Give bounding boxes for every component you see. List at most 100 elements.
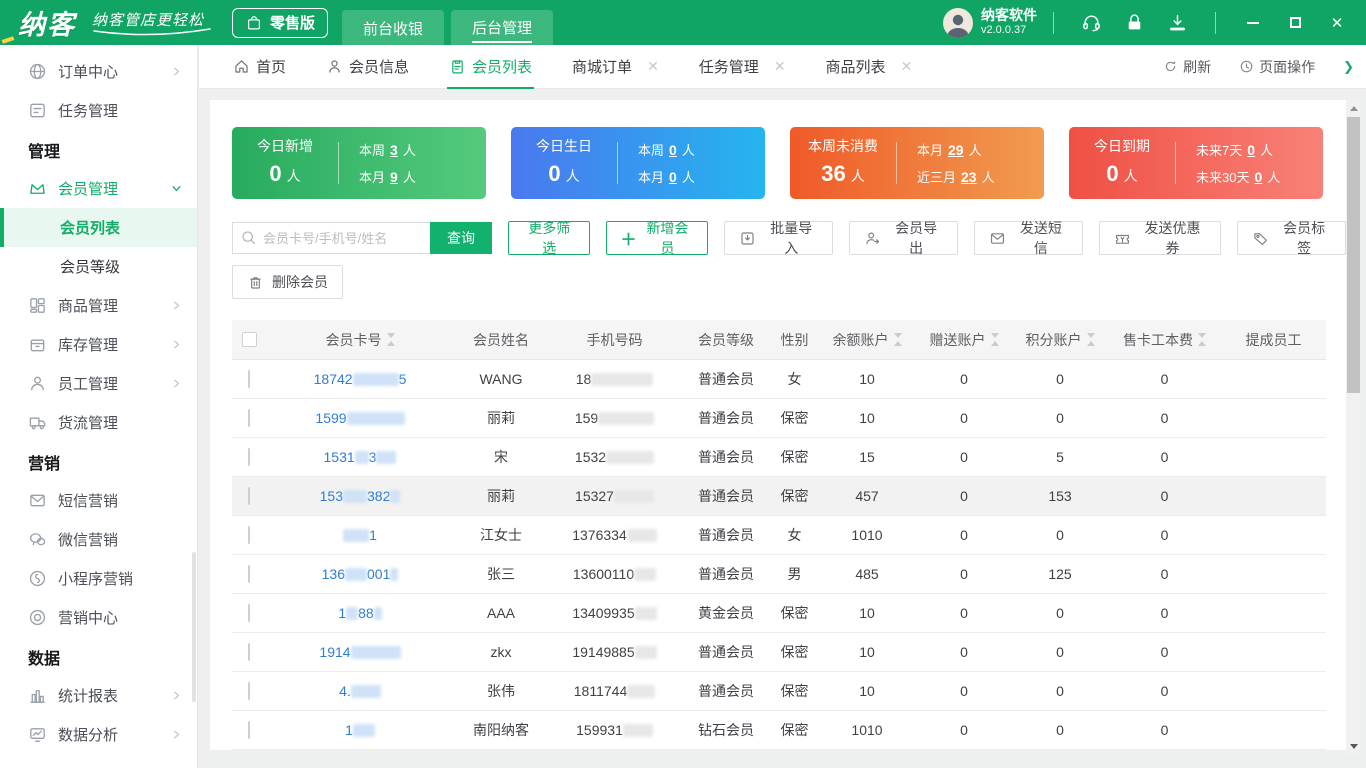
sidebar-item-任务管理[interactable]: 任务管理 <box>0 91 197 130</box>
sidebar-item-货流管理[interactable]: 货流管理 <box>0 403 197 442</box>
sidebar-item-统计报表[interactable]: 统计报表 <box>0 676 197 715</box>
发送优惠券-button[interactable]: 发送优惠券 <box>1098 220 1222 256</box>
stat-card-本周未消费[interactable]: 本周未消费 36 人本月 29 人近三月 23 人 <box>790 127 1044 199</box>
tab-会员列表[interactable]: 会员列表 <box>447 45 535 89</box>
table-row[interactable]: 136 001 张三 13600110 普通会员 男 485 0 125 0 <box>232 555 1326 594</box>
sort-asc-caret[interactable] <box>386 341 395 346</box>
member-card-link[interactable]: 1 <box>343 527 377 543</box>
close-icon[interactable]: ✕ <box>774 58 786 75</box>
stat-value[interactable]: 9 <box>390 169 398 185</box>
row-checkbox[interactable] <box>248 682 250 700</box>
sidebar-item-库存管理[interactable]: 库存管理 <box>0 325 197 364</box>
column-header-赠送账户[interactable]: 赠送账户 <box>916 330 1012 350</box>
card-stat-row[interactable]: 近三月 23 人 <box>917 167 1044 186</box>
stat-value[interactable]: 29 <box>948 142 964 158</box>
sidebar-subitem-会员列表[interactable]: 会员列表 <box>0 208 197 247</box>
member-card-link[interactable]: 1531 3 <box>324 449 397 465</box>
sort-icon[interactable] <box>1086 333 1095 346</box>
close-icon[interactable]: ✕ <box>901 58 913 75</box>
sidebar-item-微信营销[interactable]: 微信营销 <box>0 520 197 559</box>
sort-icon[interactable] <box>1198 333 1206 346</box>
删除会员-button[interactable]: 删除会员 <box>232 265 343 299</box>
新增会员-button[interactable]: ＋ 新增会员 <box>606 220 709 256</box>
column-header-select[interactable] <box>232 332 266 347</box>
更多筛选-button[interactable]: 更多筛选 <box>508 220 591 256</box>
sort-asc-caret[interactable] <box>990 341 999 346</box>
stat-value[interactable]: 0 <box>669 169 677 185</box>
sort-desc-caret[interactable] <box>893 333 902 338</box>
mode-tab-后台管理[interactable]: 后台管理 <box>451 10 554 45</box>
table-row[interactable]: 1914 zkx 19149885 普通会员 保密 10 0 0 0 <box>232 633 1326 672</box>
table-row[interactable]: 4. 张伟 1811744 普通会员 保密 10 0 0 0 <box>232 672 1326 711</box>
column-header-售卡工本费[interactable]: 售卡工本费 <box>1108 330 1221 350</box>
stat-card-今日生日[interactable]: 今日生日 0 人本周 0 人本月 0 人 <box>511 127 765 199</box>
sort-desc-caret[interactable] <box>386 333 395 338</box>
会员导出-button[interactable]: 会员导出 <box>849 220 958 256</box>
close-button[interactable]: ✕ <box>1316 0 1358 45</box>
tab-商品列表[interactable]: 商品列表 ✕ <box>824 45 915 89</box>
card-stat-row[interactable]: 未来7天 0 人 <box>1196 140 1323 159</box>
row-checkbox[interactable] <box>248 448 250 466</box>
row-checkbox[interactable] <box>248 721 250 739</box>
sidebar-item-营销中心[interactable]: 营销中心 <box>0 598 197 637</box>
sort-icon[interactable] <box>990 333 999 346</box>
sort-desc-caret[interactable] <box>990 333 999 338</box>
customer-service-icon[interactable] <box>1081 12 1102 33</box>
card-stat-row[interactable]: 未来30天 0 人 <box>1196 167 1323 186</box>
table-row[interactable]: 1 南阳纳客 159931 钻石会员 保密 1010 0 0 0 <box>232 711 1326 750</box>
member-card-link[interactable]: 1 <box>345 722 375 738</box>
minimize-button[interactable] <box>1232 0 1274 45</box>
member-card-link[interactable]: 1599 <box>315 410 405 426</box>
scrollbar-thumb[interactable] <box>1347 117 1360 393</box>
table-row[interactable]: 153 382 丽莉 15327 普通会员 保密 457 0 153 0 <box>232 477 1326 516</box>
maximize-button[interactable] <box>1274 0 1316 45</box>
search-input[interactable] <box>232 222 430 254</box>
table-row[interactable]: 1 江女士 1376334 普通会员 女 1010 0 0 0 <box>232 516 1326 555</box>
column-header-积分账户[interactable]: 积分账户 <box>1012 330 1108 350</box>
table-row[interactable]: 18742 5 WANG 18 普通会员 女 10 0 0 0 <box>232 360 1326 399</box>
edition-button[interactable]: 零售版 <box>232 7 329 38</box>
member-card-link[interactable]: 136 001 <box>322 566 399 582</box>
sidebar-item-小程序营销[interactable]: 小程序营销 <box>0 559 197 598</box>
stat-value[interactable]: 0 <box>669 142 677 158</box>
sort-icon[interactable] <box>386 333 395 346</box>
member-card-link[interactable]: 18742 5 <box>314 371 407 387</box>
card-stat-row[interactable]: 本月 0 人 <box>638 167 765 186</box>
member-card-link[interactable]: 4. <box>339 683 381 699</box>
批量导入-button[interactable]: 批量导入 <box>724 220 834 256</box>
table-row[interactable]: 1 88 AAA 13409935 黄金会员 保密 10 0 0 0 <box>232 594 1326 633</box>
sort-desc-caret[interactable] <box>1086 333 1095 338</box>
download-icon[interactable] <box>1167 12 1188 33</box>
tab-会员信息[interactable]: 会员信息 <box>324 45 411 89</box>
sort-desc-caret[interactable] <box>1198 333 1206 338</box>
sidebar-item-订单中心[interactable]: 订单中心 <box>0 52 197 91</box>
stat-value[interactable]: 0 <box>1254 169 1262 185</box>
scroll-up-arrow[interactable] <box>1346 101 1361 116</box>
stat-value[interactable]: 23 <box>961 169 977 185</box>
stat-value[interactable]: 0 <box>1247 142 1255 158</box>
sort-asc-caret[interactable] <box>1086 341 1095 346</box>
table-row[interactable]: 1531 3 宋 1532 普通会员 保密 15 0 5 0 <box>232 438 1326 477</box>
close-icon[interactable]: ✕ <box>647 58 659 75</box>
tabs-overflow-arrow[interactable]: ❯ <box>1343 59 1354 75</box>
sidebar-item-数据分析[interactable]: 数据分析 <box>0 715 197 754</box>
tab-任务管理[interactable]: 任务管理 ✕ <box>697 45 788 89</box>
sort-icon[interactable] <box>893 333 902 346</box>
row-checkbox[interactable] <box>248 565 250 583</box>
tab-商城订单[interactable]: 商城订单 ✕ <box>570 45 661 89</box>
lock-icon[interactable] <box>1124 12 1145 33</box>
avatar[interactable] <box>943 7 973 38</box>
scroll-down-arrow[interactable] <box>1346 739 1361 754</box>
refresh-button[interactable]: 刷新 <box>1163 57 1211 77</box>
card-stat-row[interactable]: 本月 29 人 <box>917 140 1044 159</box>
card-stat-row[interactable]: 本周 3 人 <box>359 140 486 159</box>
tab-首页[interactable]: 首页 <box>231 45 288 89</box>
发送短信-button[interactable]: 发送短信 <box>974 220 1083 256</box>
page-operations-button[interactable]: 页面操作 <box>1239 57 1315 77</box>
member-card-link[interactable]: 153 382 <box>320 488 401 504</box>
vertical-scrollbar[interactable] <box>1346 100 1361 755</box>
query-button[interactable]: 查询 <box>430 222 492 254</box>
member-card-link[interactable]: 1 88 <box>338 605 382 621</box>
card-stat-row[interactable]: 本月 9 人 <box>359 167 486 186</box>
sidebar-item-短信营销[interactable]: 短信营销 <box>0 481 197 520</box>
